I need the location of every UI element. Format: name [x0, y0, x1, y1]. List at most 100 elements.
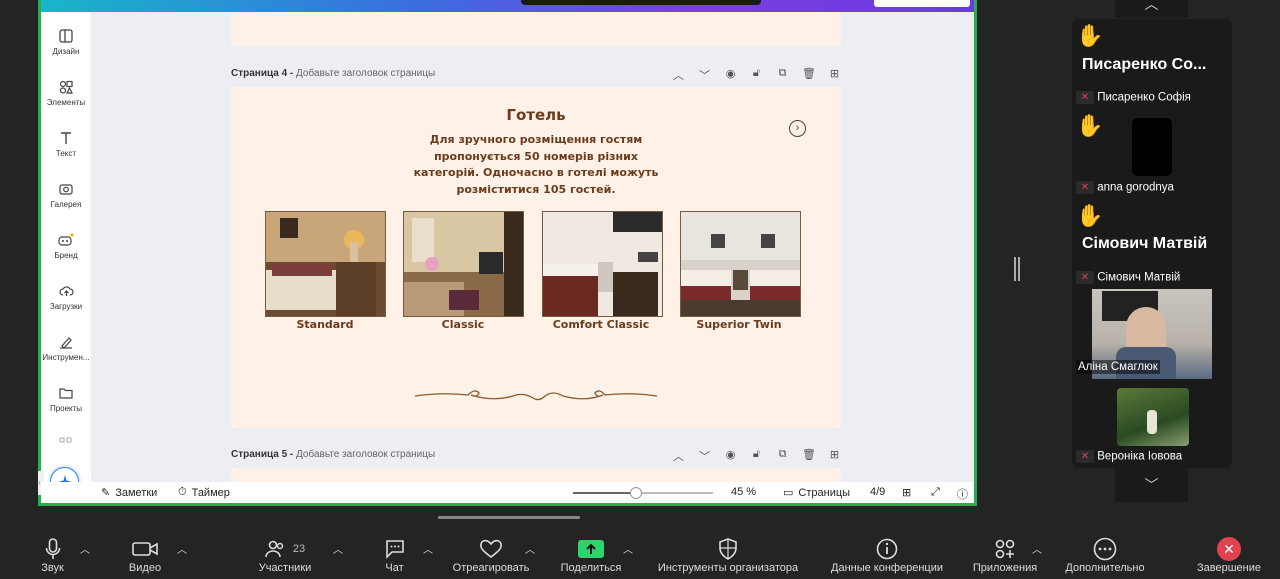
apps-label: Приложения [972, 562, 1038, 574]
participant-tile[interactable]: ✕ Сімович Матвій [1076, 271, 1180, 284]
zoom-slider-fill [573, 492, 636, 494]
chat-label: Чат [385, 562, 404, 574]
editor-canvas: Страница 4 - Добавьте заголовок страницы… [91, 12, 974, 482]
host-tools-button[interactable]: Инструменты организатора [646, 535, 810, 574]
add-page-icon[interactable]: ⊞ [828, 67, 841, 83]
notes-label: Заметки [115, 486, 158, 499]
info-icon [876, 538, 898, 559]
folder-icon [59, 388, 73, 399]
meeting-info-label: Данные конференции [831, 562, 943, 574]
audio-options-caret[interactable]: ︿ [80, 541, 90, 556]
horizontal-scrollbar[interactable] [438, 516, 580, 519]
gallery-up-arrow[interactable]: ︿ [1115, 0, 1188, 18]
sidebar-item-text[interactable]: Текст [41, 131, 91, 158]
participant-tile[interactable]: ✕ Писаренко Софія [1076, 91, 1191, 104]
participant-tile[interactable]: ✕ Вероніка Іовова [1076, 450, 1182, 463]
sidebar-item-label: Текст [55, 149, 77, 158]
help-icon[interactable]: ⓘ [957, 486, 968, 502]
slide-page-4[interactable]: Готель Для зручного розміщення гостям пр… [231, 87, 841, 428]
room-label-classic: Classic [441, 318, 485, 331]
more-icon [1093, 537, 1117, 560]
page-5-title-input[interactable]: Добавьте заголовок страницы [296, 449, 435, 460]
participant-name: Сімович Матвій [1097, 271, 1181, 284]
next-arrow-icon[interactable]: › [789, 120, 806, 137]
sidebar-item-elements[interactable]: Элементы [41, 80, 91, 107]
sidebar-item-design[interactable]: Дизайн [41, 29, 91, 56]
chevron-down-icon[interactable]: ﹀ [698, 448, 711, 464]
sidebar-item-more[interactable] [41, 437, 91, 451]
meeting-info-button[interactable]: Данные конференции [821, 535, 953, 574]
share-options-caret[interactable]: ︿ [623, 541, 633, 556]
participants-icon [265, 540, 284, 557]
participant-tile[interactable]: ✕ anna gorodnya [1076, 181, 1174, 194]
fullscreen-icon[interactable]: ⤢ [931, 486, 940, 499]
sidebar-item-label: Галерея [50, 200, 82, 209]
participants-button[interactable]: 23 Участники [250, 535, 320, 574]
pen-icon [60, 337, 72, 349]
chat-options-caret[interactable]: ︿ [423, 541, 433, 556]
raised-hand-icon: ✋ [1076, 23, 1104, 48]
hide-page-icon[interactable]: ◉ [724, 448, 737, 464]
sidebar-item-projects[interactable]: Проекты [41, 386, 91, 413]
gallery-down-arrow[interactable]: ﹀ [1115, 468, 1188, 502]
sidebar-item-tools[interactable]: Инструмен... [41, 335, 91, 362]
pages-label: Страницы [798, 486, 851, 499]
room-photo-comfort-classic [542, 211, 663, 317]
zoom-slider[interactable] [573, 487, 713, 499]
video-button[interactable]: Видео [120, 535, 170, 574]
participant-name: Вероніка Іовова [1097, 450, 1183, 463]
muted-mic-icon: ✕ [1076, 91, 1094, 104]
trash-icon[interactable]: 🗑︎ [802, 448, 816, 464]
audio-button[interactable]: Звук [30, 535, 75, 574]
add-page-icon[interactable]: ⊞ [828, 448, 841, 464]
zoom-value[interactable]: 45 % [731, 486, 756, 498]
sharing-indicator [521, 0, 761, 5]
zoom-slider-handle[interactable] [630, 487, 642, 499]
chevron-up-icon[interactable]: ︿ [672, 448, 685, 464]
slide-title: Готель [506, 106, 566, 124]
pages-button[interactable]: ▭ Страницы [783, 486, 851, 500]
participant-name: Аліна Смаглюк [1076, 360, 1160, 374]
trash-icon[interactable]: 🗑︎ [802, 67, 816, 83]
share-screen-button[interactable]: Поделиться [553, 535, 629, 574]
chevron-up-icon[interactable]: ︿ [672, 67, 685, 83]
more-button[interactable]: Дополнительно [1056, 535, 1154, 574]
chevron-down-icon[interactable]: ﹀ [698, 67, 711, 83]
sidebar-item-label: Загрузки [49, 302, 83, 311]
editor-bottom-bar: ✎ Заметки ⏱ Таймер 45 % ▭ Страницы 4/9 ⊞ ⤢ … [41, 482, 974, 503]
slide-description: Для зручного розміщення гостям пропонуєт… [413, 133, 659, 196]
share-screen-icon [578, 539, 604, 558]
participant-count: 23 [292, 542, 306, 555]
video-camera-icon [132, 541, 158, 556]
lock-icon[interactable]: 🔓︎ [750, 67, 763, 83]
participants-options-caret[interactable]: ︿ [333, 541, 343, 556]
react-options-caret[interactable]: ︿ [525, 541, 535, 556]
page-4-title-input[interactable]: Добавьте заголовок страницы [296, 68, 435, 79]
participant-video[interactable] [1117, 388, 1189, 446]
sidebar-item-uploads[interactable]: Загрузки [41, 284, 91, 311]
sidebar-item-label: Бренд [54, 251, 78, 260]
sidebar-item-brand[interactable]: Бренд [41, 233, 91, 260]
react-button[interactable]: Отреагировать [446, 535, 536, 574]
video-options-caret[interactable]: ︿ [177, 541, 187, 556]
share-button[interactable] [874, 0, 970, 7]
lock-icon[interactable]: 🔓︎ [750, 448, 763, 464]
room-photo-standard [265, 211, 386, 317]
shared-screen: Дизайн Элементы Текст Галерея Бренд Загр… [38, 0, 977, 506]
duplicate-icon[interactable]: ⧉ [776, 67, 789, 83]
timer-button[interactable]: ⏱ Таймер [178, 486, 230, 499]
apps-options-caret[interactable]: ︿ [1032, 541, 1042, 556]
chat-button[interactable]: Чат [372, 535, 417, 574]
grid-view-icon[interactable]: ⊞ [902, 486, 911, 499]
duplicate-icon[interactable]: ⧉ [776, 448, 789, 464]
page-3-preview[interactable] [231, 12, 841, 46]
shield-icon [719, 537, 737, 560]
notes-button[interactable]: ✎ Заметки [101, 486, 158, 500]
camera-icon [59, 184, 73, 195]
sidebar-item-gallery[interactable]: Галерея [41, 182, 91, 209]
end-meeting-button[interactable]: ✕ Завершение [1188, 535, 1270, 574]
page-5-preview[interactable] [231, 468, 841, 482]
heart-icon [480, 539, 502, 558]
hide-page-icon[interactable]: ◉ [724, 67, 737, 83]
split-handle[interactable] [1014, 257, 1020, 281]
